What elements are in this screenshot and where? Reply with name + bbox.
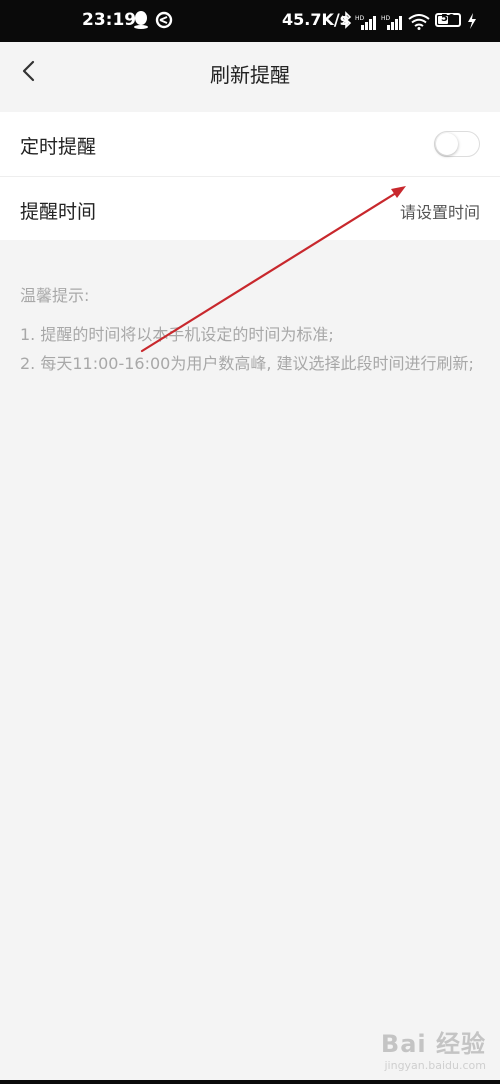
tips-section: 温馨提示: 1. 提醒的时间将以本手机设定的时间为标准; 2. 每天11:00-… [20,282,482,378]
settings-card: 定时提醒 提醒时间 请设置时间 [0,112,500,240]
watermark-brand: Bai 经验 [380,1030,486,1058]
timed-reminder-row: 定时提醒 [0,112,500,176]
battery-icon: 50 [435,13,461,27]
watermark: Bai 经验 jingyan.baidu.com [381,1024,486,1072]
svg-text:HD: HD [355,15,365,22]
reminder-time-label: 提醒时间 [20,201,97,223]
tip-line-2: 2. 每天11:00-16:00为用户数高峰, 建议选择此段时间进行刷新; [20,354,474,373]
qq-icon [133,11,151,29]
battery-level: 50 [441,13,455,24]
sync-icon [155,11,173,29]
status-bar: 23:19 45.7K/s HD HD 50 [0,0,500,42]
charging-icon [466,12,484,30]
hd-signal-icon: HD [355,14,377,30]
hd-signal-icon: HD [381,14,403,30]
tips-title: 温馨提示: [20,286,90,305]
timed-reminder-label: 定时提醒 [20,136,97,158]
svg-text:HD: HD [381,15,391,22]
toggle-knob [436,133,458,155]
app-header: 刷新提醒 [0,42,500,100]
watermark-url: jingyan.baidu.com [384,1059,486,1072]
timed-reminder-toggle[interactable] [434,131,480,157]
reminder-time-row[interactable]: 提醒时间 请设置时间 [0,177,500,241]
wifi-icon [408,14,430,30]
bottom-edge [0,1080,500,1084]
page-title: 刷新提醒 [210,63,290,87]
reminder-time-value[interactable]: 请设置时间 [400,199,480,223]
status-time: 23:19 [82,10,137,30]
tip-line-1: 1. 提醒的时间将以本手机设定的时间为标准; [20,325,334,344]
